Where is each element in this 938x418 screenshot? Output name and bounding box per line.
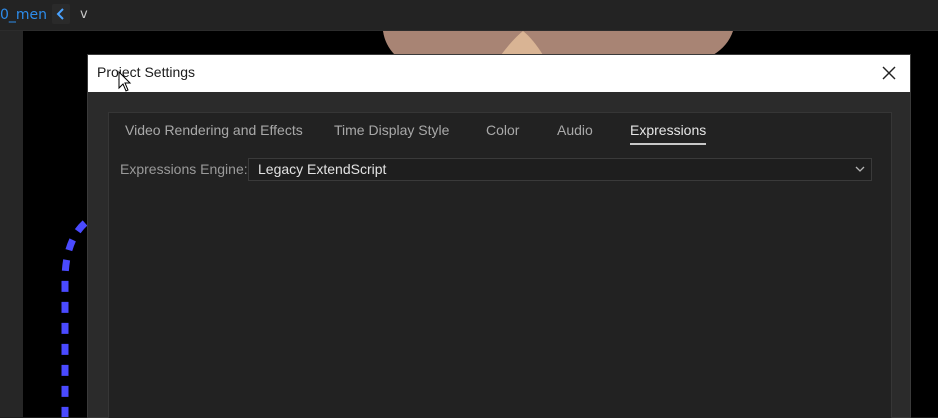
close-button[interactable] <box>878 62 900 84</box>
expressions-engine-value: Legacy ExtendScript <box>258 161 387 177</box>
dialog-titlebar[interactable]: Project Settings <box>88 55 910 92</box>
view-dropdown[interactable]: v <box>80 5 88 25</box>
chevron-left-icon <box>56 8 64 20</box>
settings-panel: Video Rendering and Effects Time Display… <box>108 112 892 418</box>
expressions-engine-label: Expressions Engine: <box>120 161 248 177</box>
nav-back-button[interactable] <box>52 4 70 24</box>
close-icon <box>882 66 896 80</box>
project-settings-dialog: Project Settings Video Rendering and Eff… <box>88 55 910 418</box>
app-header: 0_men v <box>0 0 938 31</box>
tab-color[interactable]: Color <box>486 121 519 143</box>
dialog-title: Project Settings <box>97 64 196 80</box>
tab-time-display-style[interactable]: Time Display Style <box>334 121 449 143</box>
tab-video-rendering[interactable]: Video Rendering and Effects <box>125 121 303 143</box>
tab-audio[interactable]: Audio <box>557 121 593 143</box>
tab-expressions[interactable]: Expressions <box>630 121 707 145</box>
settings-tabs: Video Rendering and Effects Time Display… <box>109 113 891 149</box>
dashed-motion-path <box>61 220 88 417</box>
expressions-engine-dropdown[interactable]: Legacy ExtendScript <box>248 158 872 181</box>
left-gutter <box>0 31 23 417</box>
footage-shape <box>383 31 733 55</box>
chevron-down-icon <box>855 166 865 172</box>
mouse-cursor-icon <box>118 71 132 92</box>
composition-tab[interactable]: 0_men <box>0 5 47 25</box>
